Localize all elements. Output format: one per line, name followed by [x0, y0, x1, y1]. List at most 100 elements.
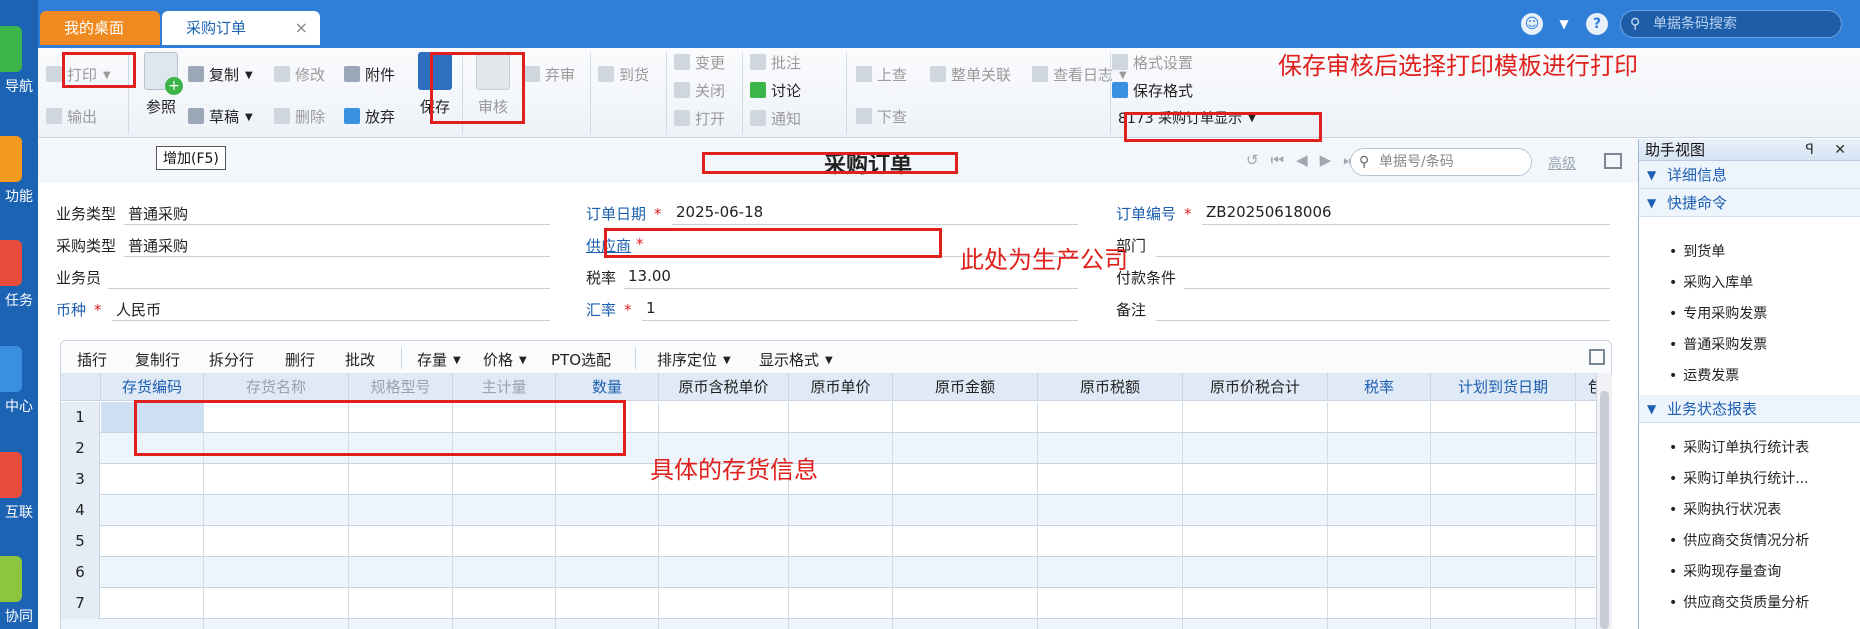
pin-close-icon[interactable]: ꟼ ✕ [1805, 139, 1854, 161]
report-item[interactable]: 采购订单执行统计表 [1669, 437, 1809, 457]
purchase-type-field[interactable]: 普通采购 [128, 235, 188, 256]
look-up-button[interactable]: 上查 [856, 64, 907, 85]
grid-icon [0, 26, 22, 72]
split-row-button[interactable]: 拆分行 [209, 349, 254, 370]
report-item[interactable]: 供应商交货情况分析 [1669, 530, 1809, 550]
pto-config-button[interactable]: PTO选配 [551, 349, 611, 370]
reference-button[interactable]: + 参照 [138, 52, 184, 117]
batch-edit-button[interactable]: 批改 [345, 349, 375, 370]
annotation-box-supplier [604, 228, 942, 258]
document-search-input[interactable]: ⚲ 单据号/条码 [1350, 148, 1532, 176]
col-header-quantity[interactable]: 数量 [556, 373, 659, 401]
shortcut-item[interactable]: 普通采购发票 [1669, 334, 1767, 354]
section-business-reports[interactable]: ▼ 业务状态报表 [1639, 395, 1860, 423]
annotate-button[interactable]: 批注 [750, 52, 801, 73]
order-date-field[interactable]: 2025-06-18 [676, 203, 763, 221]
col-header-unit[interactable]: 主计量 [453, 373, 556, 401]
draft-button[interactable]: 草稿 ▼ [188, 106, 253, 127]
nav-item-navigation[interactable]: 导航 [0, 26, 38, 96]
abandon-button[interactable]: 放弃 [344, 106, 395, 127]
delete-button[interactable]: 删除 [274, 106, 325, 127]
col-header-total[interactable]: 原币价税合计 [1183, 373, 1328, 401]
sort-locate-button[interactable]: 排序定位 ▼ [657, 349, 731, 370]
look-down-button[interactable]: 下查 [856, 106, 907, 127]
change-button[interactable]: 变更 [674, 52, 725, 73]
helper-panel-title: 助手视图 ꟼ ✕ [1639, 139, 1860, 161]
smiley-icon[interactable]: ☺ [1521, 13, 1543, 35]
exchange-rate-field[interactable]: 1 [646, 299, 656, 317]
open-order-button[interactable]: 打开 [674, 108, 725, 129]
nav-item-function[interactable]: 功能 [0, 136, 38, 206]
grid-scrollbar[interactable] [1596, 373, 1612, 629]
col-header-spec[interactable]: 规格型号 [349, 373, 453, 401]
advanced-search-link[interactable]: 高级 [1548, 153, 1576, 173]
close-icon[interactable]: × [295, 11, 308, 45]
tab-my-desktop[interactable]: 我的桌面 [40, 11, 160, 45]
table-row[interactable]: 3 [61, 464, 1596, 495]
paperclip-icon [344, 66, 360, 82]
nav-item-center[interactable]: 中心 [0, 346, 38, 416]
nav-item-collab[interactable]: 协同 [0, 556, 38, 626]
report-item[interactable]: 采购执行状况表 [1669, 499, 1781, 519]
notify-button[interactable]: 通知 [750, 108, 801, 129]
report-item[interactable]: 采购订单执行统计... [1669, 468, 1808, 488]
business-type-field[interactable]: 普通采购 [128, 203, 188, 224]
copy-button[interactable]: 复制 ▼ [188, 64, 253, 85]
report-item[interactable]: 供应商交货质量分析 [1669, 592, 1809, 612]
shortcut-item[interactable]: 运费发票 [1669, 365, 1739, 385]
delete-row-button[interactable]: 删行 [285, 349, 315, 370]
format-icon [1112, 54, 1128, 70]
arrival-icon [598, 66, 614, 82]
chevron-down-icon[interactable]: ▼ [1553, 13, 1575, 35]
col-header-unit-price[interactable]: 原币单价 [789, 373, 893, 401]
layout-icon[interactable] [1604, 153, 1622, 169]
currency-field[interactable]: 人民币 [116, 299, 161, 320]
arrival-button[interactable]: 到货 [598, 64, 649, 85]
col-header-package[interactable]: 包 [1576, 373, 1596, 401]
modify-button[interactable]: 修改 [274, 64, 325, 85]
scrollbar-thumb[interactable] [1600, 391, 1609, 629]
col-header-tax-rate[interactable]: 税率 [1328, 373, 1431, 401]
table-row[interactable] [61, 619, 1596, 629]
shortcut-item[interactable]: 采购入库单 [1669, 272, 1753, 292]
link-all-button[interactable]: 整单关联 [930, 64, 1011, 85]
col-header-amount[interactable]: 原币金额 [893, 373, 1038, 401]
export-button[interactable]: 输出 [46, 106, 97, 127]
table-row[interactable]: 6 [61, 557, 1596, 588]
report-item[interactable]: 采购现存量查询 [1669, 561, 1781, 581]
price-button[interactable]: 价格 ▼ [483, 349, 527, 370]
shortcut-item[interactable]: 到货单 [1669, 241, 1725, 261]
table-row[interactable]: 4 [61, 495, 1596, 526]
chevron-down-icon: ▼ [1647, 402, 1657, 416]
col-header-inventory-name[interactable]: 存货名称 [204, 373, 349, 401]
display-format-button[interactable]: 显示格式 ▼ [759, 349, 833, 370]
order-no-field[interactable]: ZB20250618006 [1206, 203, 1332, 221]
save-format-button[interactable]: 保存格式 [1112, 80, 1193, 101]
col-header-tax-amount[interactable]: 原币税额 [1038, 373, 1183, 401]
copy-row-button[interactable]: 复制行 [135, 349, 180, 370]
format-settings-button[interactable]: 格式设置 [1112, 52, 1193, 73]
attachment-button[interactable]: 附件 [344, 64, 395, 85]
col-header-tax-included-price[interactable]: 原币含税单价 [659, 373, 789, 401]
nav-item-connect[interactable]: 互联 [0, 452, 38, 522]
tax-rate-field[interactable]: 13.00 [628, 267, 671, 285]
discard-audit-button[interactable]: 弃审 [524, 64, 575, 85]
col-header-inventory-code[interactable]: 存货编码 [101, 373, 204, 401]
stock-button[interactable]: 存量 ▼ [417, 349, 461, 370]
discard-icon [524, 66, 540, 82]
table-row[interactable]: 5 [61, 526, 1596, 557]
close-order-button[interactable]: 关闭 [674, 80, 725, 101]
center-icon [0, 346, 22, 392]
shortcut-item[interactable]: 专用采购发票 [1669, 303, 1767, 323]
help-icon[interactable]: ? [1586, 13, 1608, 35]
expand-icon[interactable] [1589, 349, 1605, 365]
nav-item-task[interactable]: 任务 [0, 240, 38, 310]
table-row[interactable]: 7 [61, 588, 1596, 619]
section-detail-info[interactable]: ▼ 详细信息 [1639, 161, 1860, 189]
section-shortcuts[interactable]: ▼ 快捷命令 [1639, 189, 1860, 217]
barcode-search-input[interactable]: ⚲ 单据条码搜索 [1620, 10, 1842, 38]
tab-purchase-order[interactable]: 采购订单 × [162, 11, 320, 45]
insert-row-button[interactable]: 插行 [77, 349, 107, 370]
col-header-planned-arrival[interactable]: 计划到货日期 [1431, 373, 1576, 401]
discuss-button[interactable]: 讨论 [750, 80, 801, 101]
